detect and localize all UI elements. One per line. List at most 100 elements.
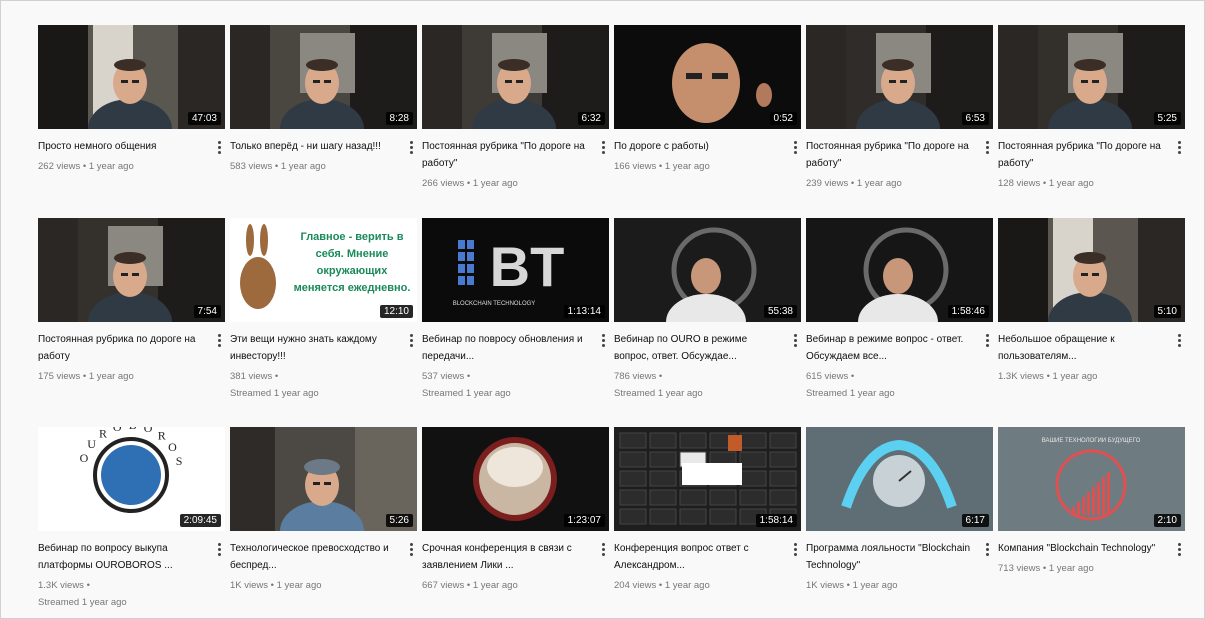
quote-text: окружающих — [317, 265, 389, 277]
video-card[interactable]: 5:10 Небольшое обращение к пользователям… — [998, 218, 1187, 427]
view-count: 615 views — [806, 371, 849, 382]
car-door — [998, 25, 1038, 129]
video-thumbnail[interactable]: 5:25 — [998, 25, 1185, 129]
logo-block — [467, 276, 474, 285]
video-thumbnail[interactable]: 6:32 — [422, 25, 609, 129]
video-title[interactable]: Просто немного общения — [38, 138, 209, 155]
eye — [712, 73, 728, 79]
more-options-icon[interactable] — [789, 539, 801, 559]
video-title[interactable]: Постоянная рубрика "По дороге на работу" — [998, 138, 1169, 172]
video-card[interactable]: 1:58:14 Конференция вопрос ответ с Алекс… — [614, 427, 803, 617]
video-card[interactable]: 55:38 Вебинар по OURO в режиме вопрос, о… — [614, 218, 803, 427]
person-face — [672, 43, 740, 123]
video-thumbnail[interactable]: 1:58:14 — [614, 427, 801, 531]
duration-badge: 2:10 — [1153, 514, 1181, 527]
video-card[interactable]: 6:53 Постоянная рубрика "По дороге на ра… — [806, 25, 995, 218]
video-title[interactable]: Вебинар по вопросу выкупа платформы OURO… — [38, 540, 209, 574]
upload-age: 1 year ago — [276, 580, 322, 591]
video-title[interactable]: По дороге с работы) — [614, 138, 785, 155]
duration-badge: 6:53 — [961, 112, 989, 125]
view-count: 713 views — [998, 563, 1041, 574]
video-card[interactable]: OUROBOROS 2:09:45 Вебинар по вопросу вык… — [38, 427, 227, 617]
video-thumbnail[interactable]: 5:26 — [230, 427, 417, 531]
more-options-icon[interactable] — [981, 539, 993, 559]
video-title[interactable]: Постоянная рубрика по дороге на работу — [38, 331, 209, 365]
stats-separator: • — [272, 371, 279, 382]
view-count: 786 views — [614, 371, 657, 382]
video-thumbnail[interactable]: 6:53 — [806, 25, 993, 129]
video-title[interactable]: Конференция вопрос ответ с Александром..… — [614, 540, 785, 574]
video-card[interactable]: 0:52 По дороге с работы) 166 views • 1 y… — [614, 25, 803, 218]
upload-age: 1 year ago — [1048, 178, 1094, 189]
more-options-icon[interactable] — [981, 330, 993, 350]
eye — [132, 273, 139, 276]
video-card[interactable]: 1:58:46 Вебинар в режиме вопрос - ответ.… — [806, 218, 995, 427]
more-options-icon[interactable] — [1173, 137, 1185, 157]
eye — [1092, 273, 1099, 276]
more-options-icon[interactable] — [981, 137, 993, 157]
video-card[interactable]: 7:54 Постоянная рубрика по дороге на раб… — [38, 218, 227, 427]
video-card[interactable]: Главное - верить в себя. Мнение окружающих… — [230, 218, 419, 427]
video-title[interactable]: Вебинар в режиме вопрос - ответ. Обсужда… — [806, 331, 977, 365]
video-title[interactable]: Эти вещи нужно знать каждому инвестору!!… — [230, 331, 401, 365]
duration-badge: 1:58:14 — [755, 514, 797, 527]
more-options-icon[interactable] — [213, 539, 225, 559]
video-thumbnail[interactable]: 55:38 — [614, 218, 801, 322]
video-thumbnail[interactable]: Главное - верить в себя. Мнение окружающих… — [230, 218, 417, 322]
video-thumbnail[interactable]: ВАШИЕ ТЕХНОЛОГИИ БУДУЩЕГО 2:10 — [998, 427, 1185, 531]
more-options-icon[interactable] — [597, 137, 609, 157]
video-card[interactable]: 6:17 Программа лояльности "Blockchain Te… — [806, 427, 995, 617]
video-thumbnail[interactable]: 47:03 — [38, 25, 225, 129]
eye — [889, 80, 896, 83]
person-hair — [114, 59, 146, 71]
video-card[interactable]: 5:25 Постоянная рубрика "По дороге на ра… — [998, 25, 1187, 218]
more-options-icon[interactable] — [597, 539, 609, 559]
more-options-icon[interactable] — [213, 137, 225, 157]
more-options-icon[interactable] — [1173, 330, 1185, 350]
more-options-icon[interactable] — [405, 137, 417, 157]
stats-separator: • — [1040, 178, 1049, 189]
video-thumbnail[interactable]: 8:28 — [230, 25, 417, 129]
video-thumbnail[interactable]: 5:10 — [998, 218, 1185, 322]
video-thumbnail[interactable]: 7:54 — [38, 218, 225, 322]
growth-bar — [1092, 487, 1095, 515]
video-title[interactable]: Вебинар по OURO в режиме вопрос, ответ. … — [614, 331, 785, 365]
duration-badge: 8:28 — [385, 112, 413, 125]
video-tile — [739, 432, 767, 449]
video-title[interactable]: Небольшое обращение к пользователям... — [998, 331, 1169, 365]
video-thumbnail[interactable]: 1:23:07 — [422, 427, 609, 531]
video-title[interactable]: Компания "Blockchain Technology" — [998, 540, 1169, 557]
video-card[interactable]: 1:23:07 Срочная конференция в связи с за… — [422, 427, 611, 617]
more-options-icon[interactable] — [213, 330, 225, 350]
video-card[interactable]: ВАШИЕ ТЕХНОЛОГИИ БУДУЩЕГО 2:10 Компания … — [998, 427, 1187, 617]
video-card[interactable]: 47:03 Просто немного общения 262 views •… — [38, 25, 227, 218]
video-card[interactable]: 8:28 Только вперёд - ни шагу назад!!! 58… — [230, 25, 419, 218]
video-title[interactable]: Постоянная рубрика "По дороге на работу" — [422, 138, 593, 172]
video-card[interactable]: BT BLOCKCHAIN TECHNOLOGY 1:13:14 Вебинар … — [422, 218, 611, 427]
video-title[interactable]: Только вперёд - ни шагу назад!!! — [230, 138, 401, 155]
person-hair — [1074, 252, 1106, 264]
more-options-icon[interactable] — [405, 539, 417, 559]
video-thumbnail[interactable]: OUROBOROS 2:09:45 — [38, 427, 225, 531]
video-tile — [739, 489, 767, 506]
more-options-icon[interactable] — [789, 330, 801, 350]
video-thumbnail[interactable]: 0:52 — [614, 25, 801, 129]
video-thumbnail[interactable]: 1:58:46 — [806, 218, 993, 322]
video-title[interactable]: Вебинар по повросу обновления и передачи… — [422, 331, 593, 365]
more-options-icon[interactable] — [1173, 539, 1185, 559]
more-options-icon[interactable] — [405, 330, 417, 350]
video-title[interactable]: Срочная конференция в связи с заявлением… — [422, 540, 593, 574]
video-thumbnail[interactable]: 6:17 — [806, 427, 993, 531]
video-title[interactable]: Технологическое превосходство и беспред.… — [230, 540, 401, 574]
video-card[interactable]: 6:32 Постоянная рубрика "По дороге на ра… — [422, 25, 611, 218]
video-tile — [769, 489, 797, 506]
rabbit-ear — [260, 224, 268, 256]
video-card[interactable]: 5:26 Технологическое превосходство и бес… — [230, 427, 419, 617]
video-thumbnail[interactable]: BT BLOCKCHAIN TECHNOLOGY 1:13:14 — [422, 218, 609, 322]
more-options-icon[interactable] — [789, 137, 801, 157]
more-options-icon[interactable] — [597, 330, 609, 350]
video-title[interactable]: Программа лояльности "Blockchain Technol… — [806, 540, 977, 574]
growth-bar — [1097, 482, 1100, 515]
video-title[interactable]: Постоянная рубрика "По дороге на работу" — [806, 138, 977, 172]
quote-text: Главное - верить в — [301, 231, 404, 243]
